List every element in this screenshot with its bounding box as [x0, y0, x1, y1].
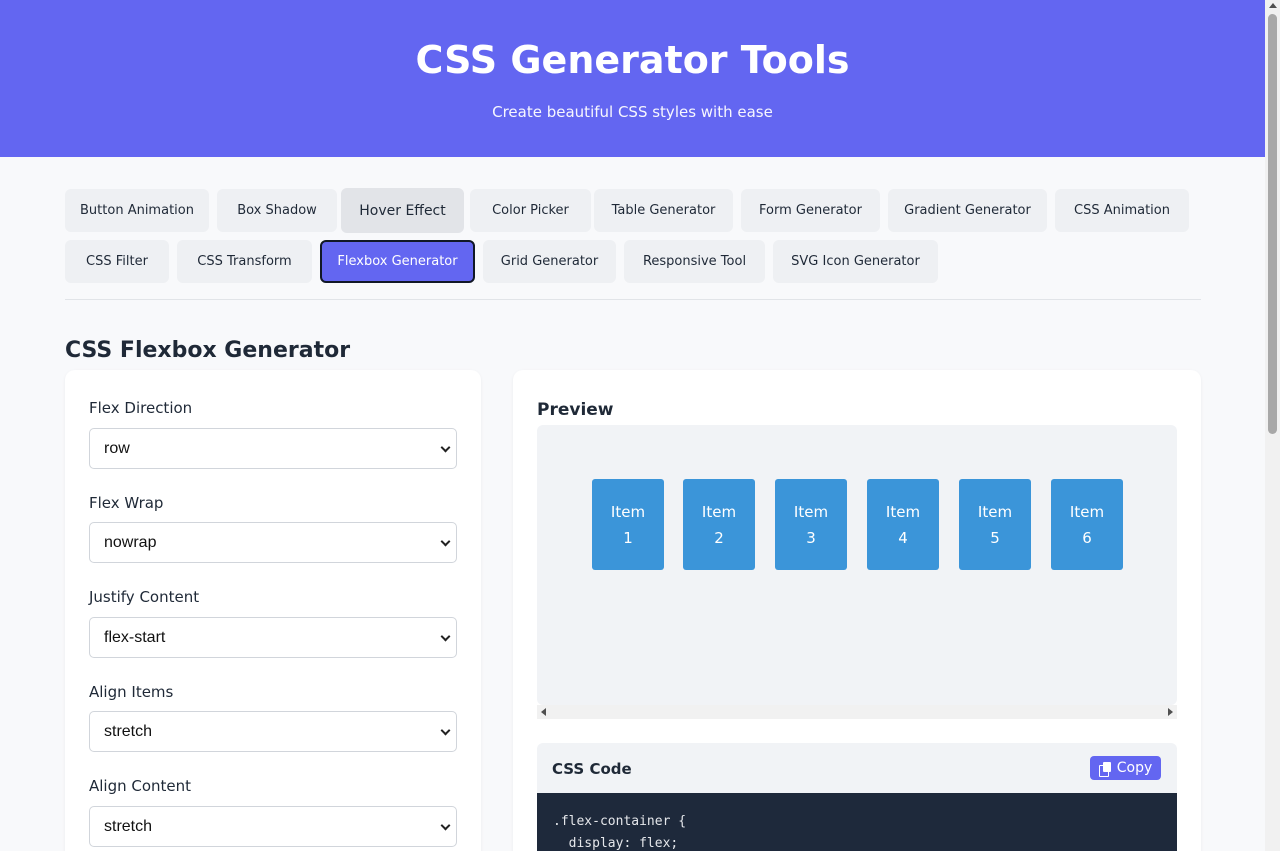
tab-hover-effect[interactable]: Hover Effect — [341, 188, 464, 233]
scroll-thumb[interactable] — [1268, 14, 1277, 434]
tabs-divider — [65, 299, 1201, 300]
tab-button-animation[interactable]: Button Animation — [65, 189, 209, 232]
code-title: CSS Code — [552, 760, 632, 778]
chevron-down-icon — [440, 536, 451, 547]
page-title: CSS Generator Tools — [415, 38, 850, 82]
chevron-down-icon — [440, 725, 451, 736]
scroll-right-arrow-icon[interactable] — [1168, 708, 1173, 716]
align-items-value: stretch — [104, 722, 153, 740]
tab-css-transform[interactable]: CSS Transform — [177, 240, 312, 283]
preview-horizontal-scrollbar[interactable] — [537, 705, 1177, 719]
align-items-label: Align Items — [89, 683, 174, 701]
flex-direction-label: Flex Direction — [89, 399, 193, 417]
page-header: CSS Generator Tools Create beautiful CSS… — [0, 0, 1265, 157]
justify-content-select[interactable]: flex-start — [89, 617, 457, 658]
preview-title: Preview — [537, 400, 614, 420]
tab-table-generator[interactable]: Table Generator — [594, 189, 733, 232]
chevron-down-icon — [440, 631, 451, 642]
tab-responsive-tool[interactable]: Responsive Tool — [624, 240, 765, 283]
align-content-label: Align Content — [89, 777, 192, 795]
css-code-box: CSS Code Copy .flex-container { display:… — [537, 743, 1177, 851]
tab-grid-generator[interactable]: Grid Generator — [483, 240, 616, 283]
tab-gradient-generator[interactable]: Gradient Generator — [888, 189, 1047, 232]
scroll-left-arrow-icon[interactable] — [541, 708, 546, 716]
flex-item: Item 6 — [1051, 479, 1123, 570]
code-line: .flex-container { — [553, 814, 687, 829]
preview-panel: Preview Item 1 Item 2 Item 3 Item 4 Item… — [513, 370, 1201, 851]
page-subtitle: Create beautiful CSS styles with ease — [492, 103, 773, 121]
code-line: display: flex; — [553, 836, 679, 851]
chevron-down-icon — [440, 442, 451, 453]
flex-wrap-label: Flex Wrap — [89, 494, 164, 512]
tab-box-shadow[interactable]: Box Shadow — [217, 189, 337, 232]
flex-item: Item 4 — [867, 479, 939, 570]
flex-wrap-select[interactable]: nowrap — [89, 522, 457, 563]
chevron-down-icon — [440, 820, 451, 831]
copy-button[interactable]: Copy — [1090, 756, 1161, 780]
align-items-select[interactable]: stretch — [89, 711, 457, 752]
flex-item: Item 2 — [683, 479, 755, 570]
flex-preview-area: Item 1 Item 2 Item 3 Item 4 Item 5 Item … — [537, 425, 1177, 705]
flex-wrap-value: nowrap — [104, 533, 157, 551]
section-title: CSS Flexbox Generator — [65, 338, 351, 363]
controls-panel: Flex Direction row Flex Wrap nowrap Just… — [65, 370, 481, 851]
tab-svg-icon-generator[interactable]: SVG Icon Generator — [773, 240, 938, 283]
align-content-value: stretch — [104, 817, 153, 835]
flex-item: Item 1 — [592, 479, 664, 570]
tab-flexbox-generator[interactable]: Flexbox Generator — [320, 240, 475, 283]
tab-css-animation[interactable]: CSS Animation — [1055, 189, 1189, 232]
flex-direction-value: row — [104, 439, 130, 457]
tab-form-generator[interactable]: Form Generator — [741, 189, 880, 232]
scroll-up-arrow-icon[interactable] — [1269, 3, 1277, 8]
vertical-scrollbar[interactable] — [1265, 0, 1280, 851]
justify-content-value: flex-start — [104, 628, 166, 646]
tab-color-picker[interactable]: Color Picker — [470, 189, 591, 232]
flex-direction-select[interactable]: row — [89, 428, 457, 469]
copy-label: Copy — [1116, 760, 1153, 776]
justify-content-label: Justify Content — [89, 588, 200, 606]
copy-icon — [1098, 761, 1111, 777]
align-content-select[interactable]: stretch — [89, 806, 457, 847]
flex-item: Item 3 — [775, 479, 847, 570]
code-output: .flex-container { display: flex; — [537, 793, 1177, 851]
flex-item: Item 5 — [959, 479, 1031, 570]
tab-css-filter[interactable]: CSS Filter — [65, 240, 169, 283]
